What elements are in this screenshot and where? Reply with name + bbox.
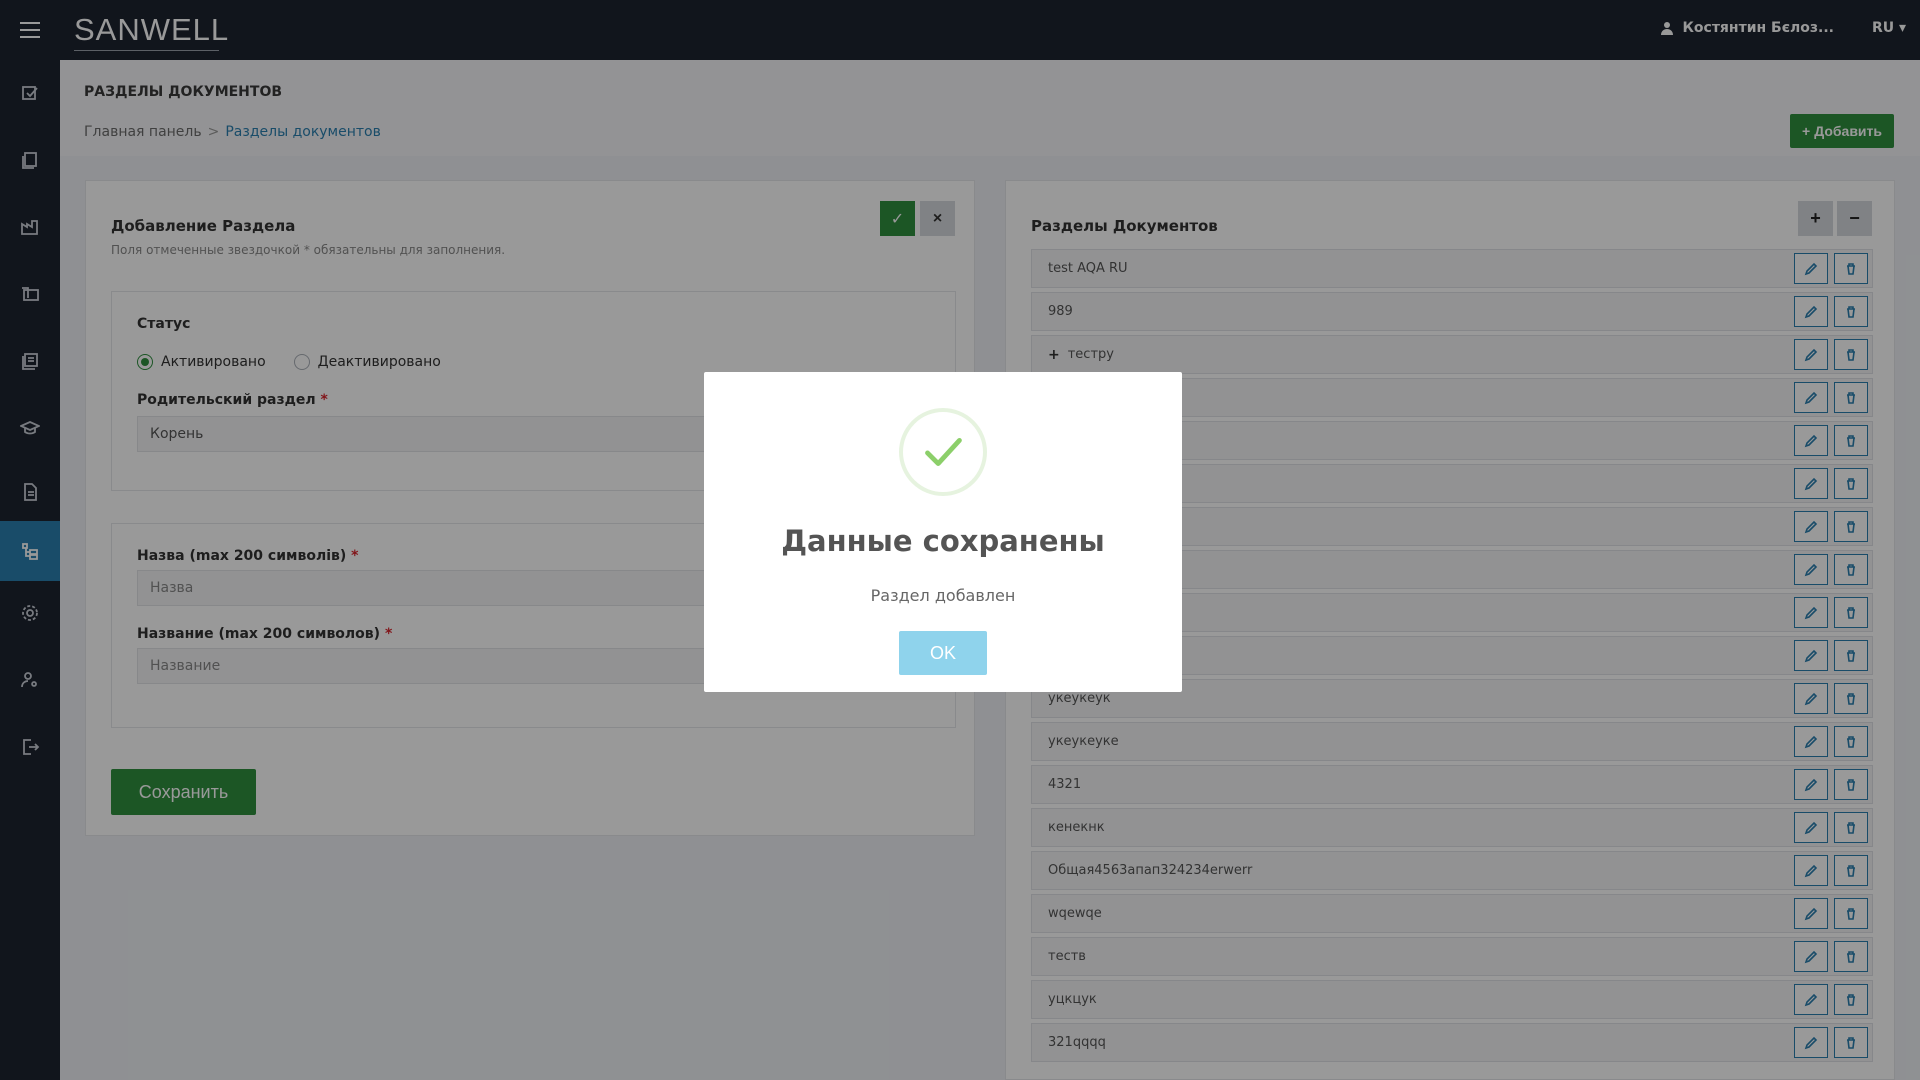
success-check-icon [899, 408, 987, 496]
ok-button[interactable]: OK [899, 631, 987, 675]
modal-message: Раздел добавлен [870, 586, 1016, 605]
success-modal: Данные сохранены Раздел добавлен OK [704, 372, 1182, 692]
modal-title: Данные сохранены [781, 524, 1105, 558]
